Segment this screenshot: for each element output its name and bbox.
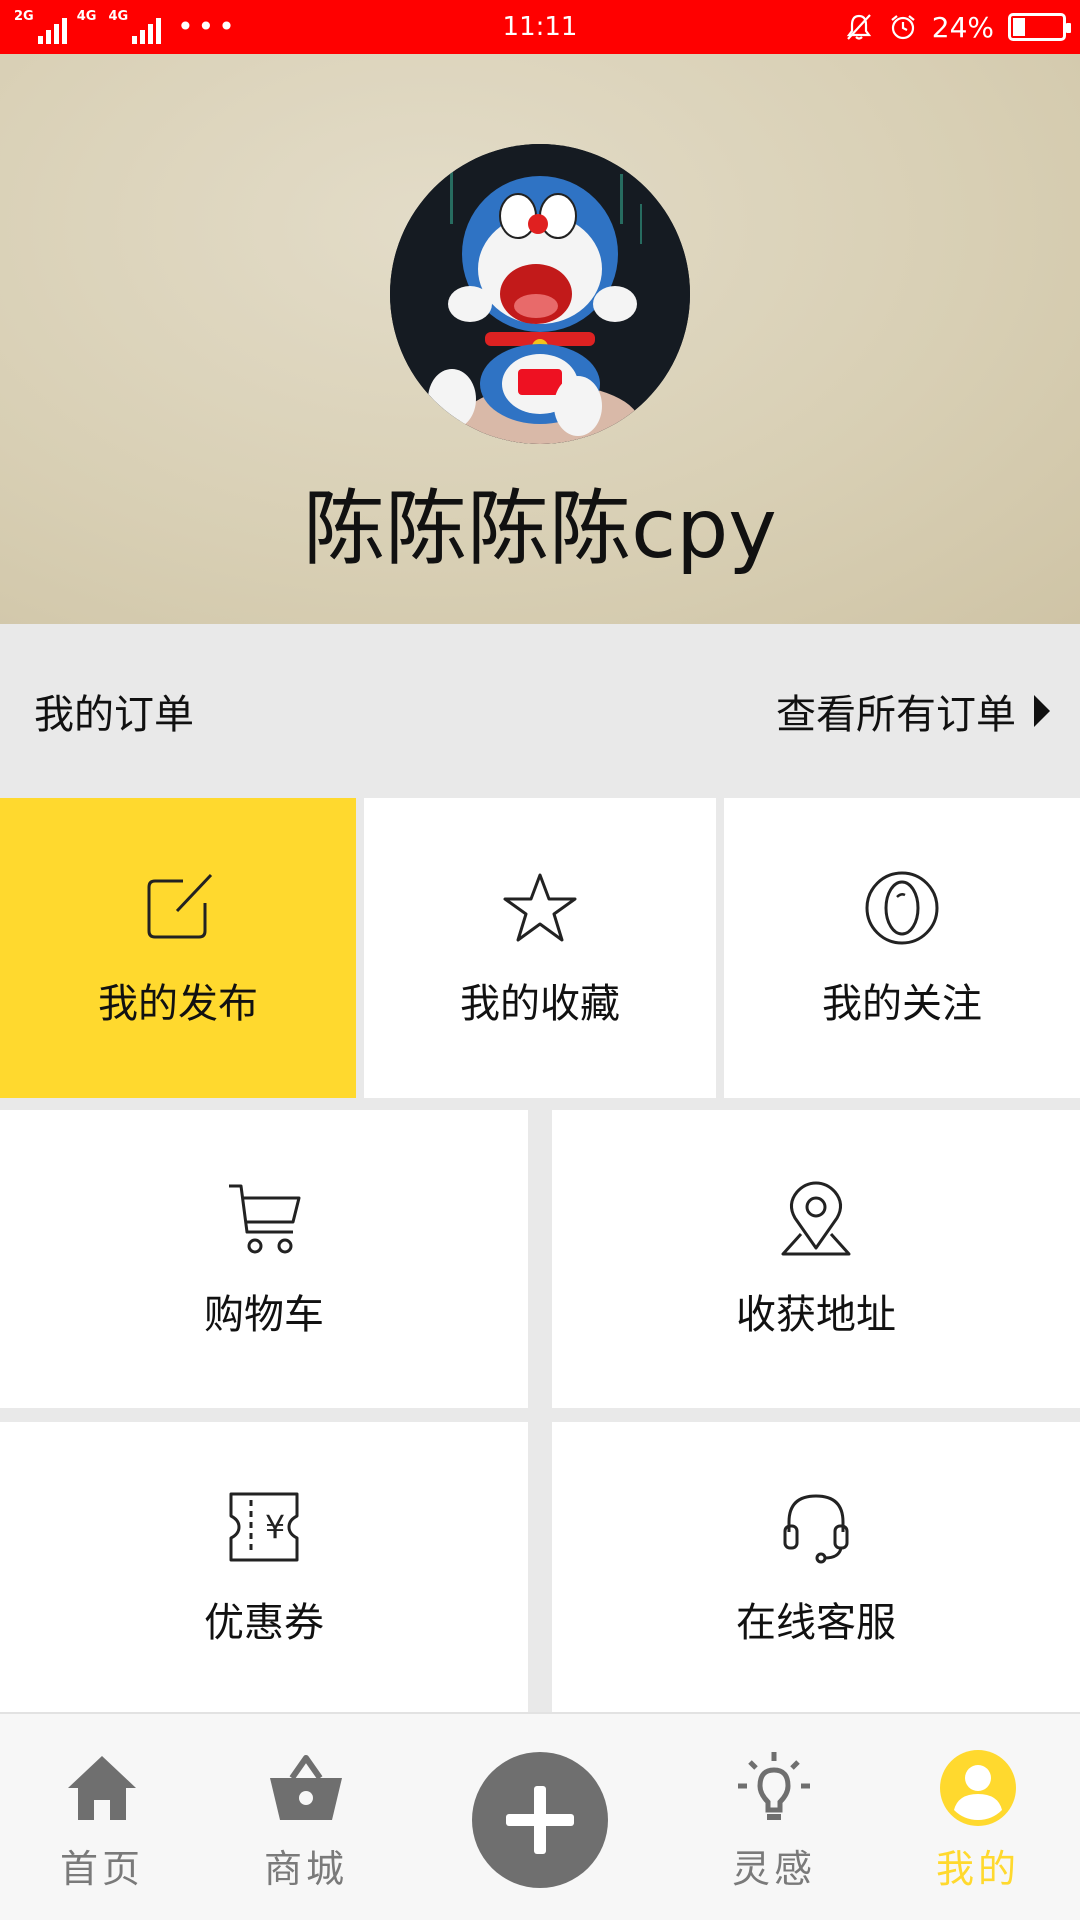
status-bar: 2G 4G 4G ••• 11:11 24%: [0, 0, 1080, 54]
address-tile[interactable]: 收获地址: [552, 1110, 1080, 1408]
signal-4g-a: 4G: [77, 10, 99, 44]
nav-label-mall: 商城: [263, 1847, 348, 1891]
screen: 2G 4G 4G ••• 11:11 24% 陈陈陈陈cpy 我的订单 查看所有…: [0, 0, 1080, 1920]
nav-item-inspiration[interactable]: 灵感: [684, 1714, 864, 1920]
add-post-button[interactable]: [472, 1752, 608, 1888]
view-all-orders-label: 查看所有订单: [776, 692, 1016, 738]
nav-item-mine[interactable]: 我的: [888, 1714, 1068, 1920]
lightbulb-icon: [734, 1748, 814, 1828]
signal-bars-icon: [132, 14, 162, 44]
customer-service-tile[interactable]: 在线客服: [552, 1422, 1080, 1712]
network-type-label: 2G: [14, 9, 34, 24]
orders-title: 我的订单: [34, 692, 194, 738]
cart-tile[interactable]: 购物车: [0, 1110, 528, 1408]
orders-row: 我的订单 查看所有订单: [0, 624, 1080, 798]
headset-icon: [783, 1494, 849, 1564]
battery-icon: [1008, 13, 1071, 41]
customer-service-label: 在线客服: [736, 1600, 896, 1646]
status-right: 24%: [844, 10, 1071, 44]
coupon-icon: ¥: [229, 1492, 299, 1562]
address-label: 收获地址: [736, 1292, 896, 1338]
network-type-label: 4G: [108, 9, 129, 24]
eye-icon: [865, 871, 939, 945]
nav-label-inspiration: 灵感: [731, 1847, 816, 1891]
star-icon: [503, 873, 577, 942]
signal-4g-b: 4G: [108, 9, 162, 44]
more-notifications-icon: •••: [177, 10, 239, 43]
bell-muted-icon: [846, 14, 871, 40]
profile-header: 陈陈陈陈cpy: [0, 54, 1080, 624]
my-favorites-label: 我的收藏: [460, 981, 620, 1027]
network-type-label: 4G: [76, 9, 97, 24]
svg-text:¥: ¥: [265, 1508, 285, 1546]
shopping-cart-icon: [229, 1184, 301, 1254]
my-publish-tile[interactable]: 我的发布: [0, 798, 356, 1098]
nav-item-home[interactable]: 首页: [12, 1714, 192, 1920]
coupon-label: 优惠券: [204, 1600, 324, 1646]
chevron-right-icon: [1034, 695, 1050, 727]
user-icon: [938, 1748, 1018, 1828]
username: 陈陈陈陈cpy: [303, 482, 777, 577]
nav-label-mine: 我的: [935, 1847, 1020, 1891]
home-icon: [64, 1748, 140, 1828]
bottom-nav: 首页 商城 灵感 我的: [0, 1712, 1080, 1920]
view-all-orders-link[interactable]: 查看所有订单: [776, 682, 1050, 740]
signal-2g: 2G: [14, 10, 67, 44]
basket-icon: [266, 1748, 346, 1828]
signal-bars-icon: [37, 14, 67, 44]
alarm-icon: [891, 15, 915, 40]
coupon-tile[interactable]: ¥ 优惠券: [0, 1422, 528, 1712]
my-follow-label: 我的关注: [822, 981, 982, 1027]
nav-item-mall[interactable]: 商城: [216, 1714, 396, 1920]
battery-percent: 24%: [931, 10, 994, 44]
cart-label: 购物车: [204, 1292, 324, 1338]
avatar-doraemon-image: [390, 144, 690, 444]
plus-icon: [506, 1786, 574, 1854]
status-left: 2G 4G 4G •••: [14, 0, 239, 54]
my-favorites-tile[interactable]: 我的收藏: [364, 798, 716, 1098]
my-publish-label: 我的发布: [98, 981, 258, 1027]
nav-label-home: 首页: [59, 1847, 144, 1891]
edit-icon: [147, 873, 213, 939]
avatar[interactable]: [390, 144, 690, 444]
location-pin-icon: [781, 1181, 851, 1256]
my-follow-tile[interactable]: 我的关注: [724, 798, 1080, 1098]
